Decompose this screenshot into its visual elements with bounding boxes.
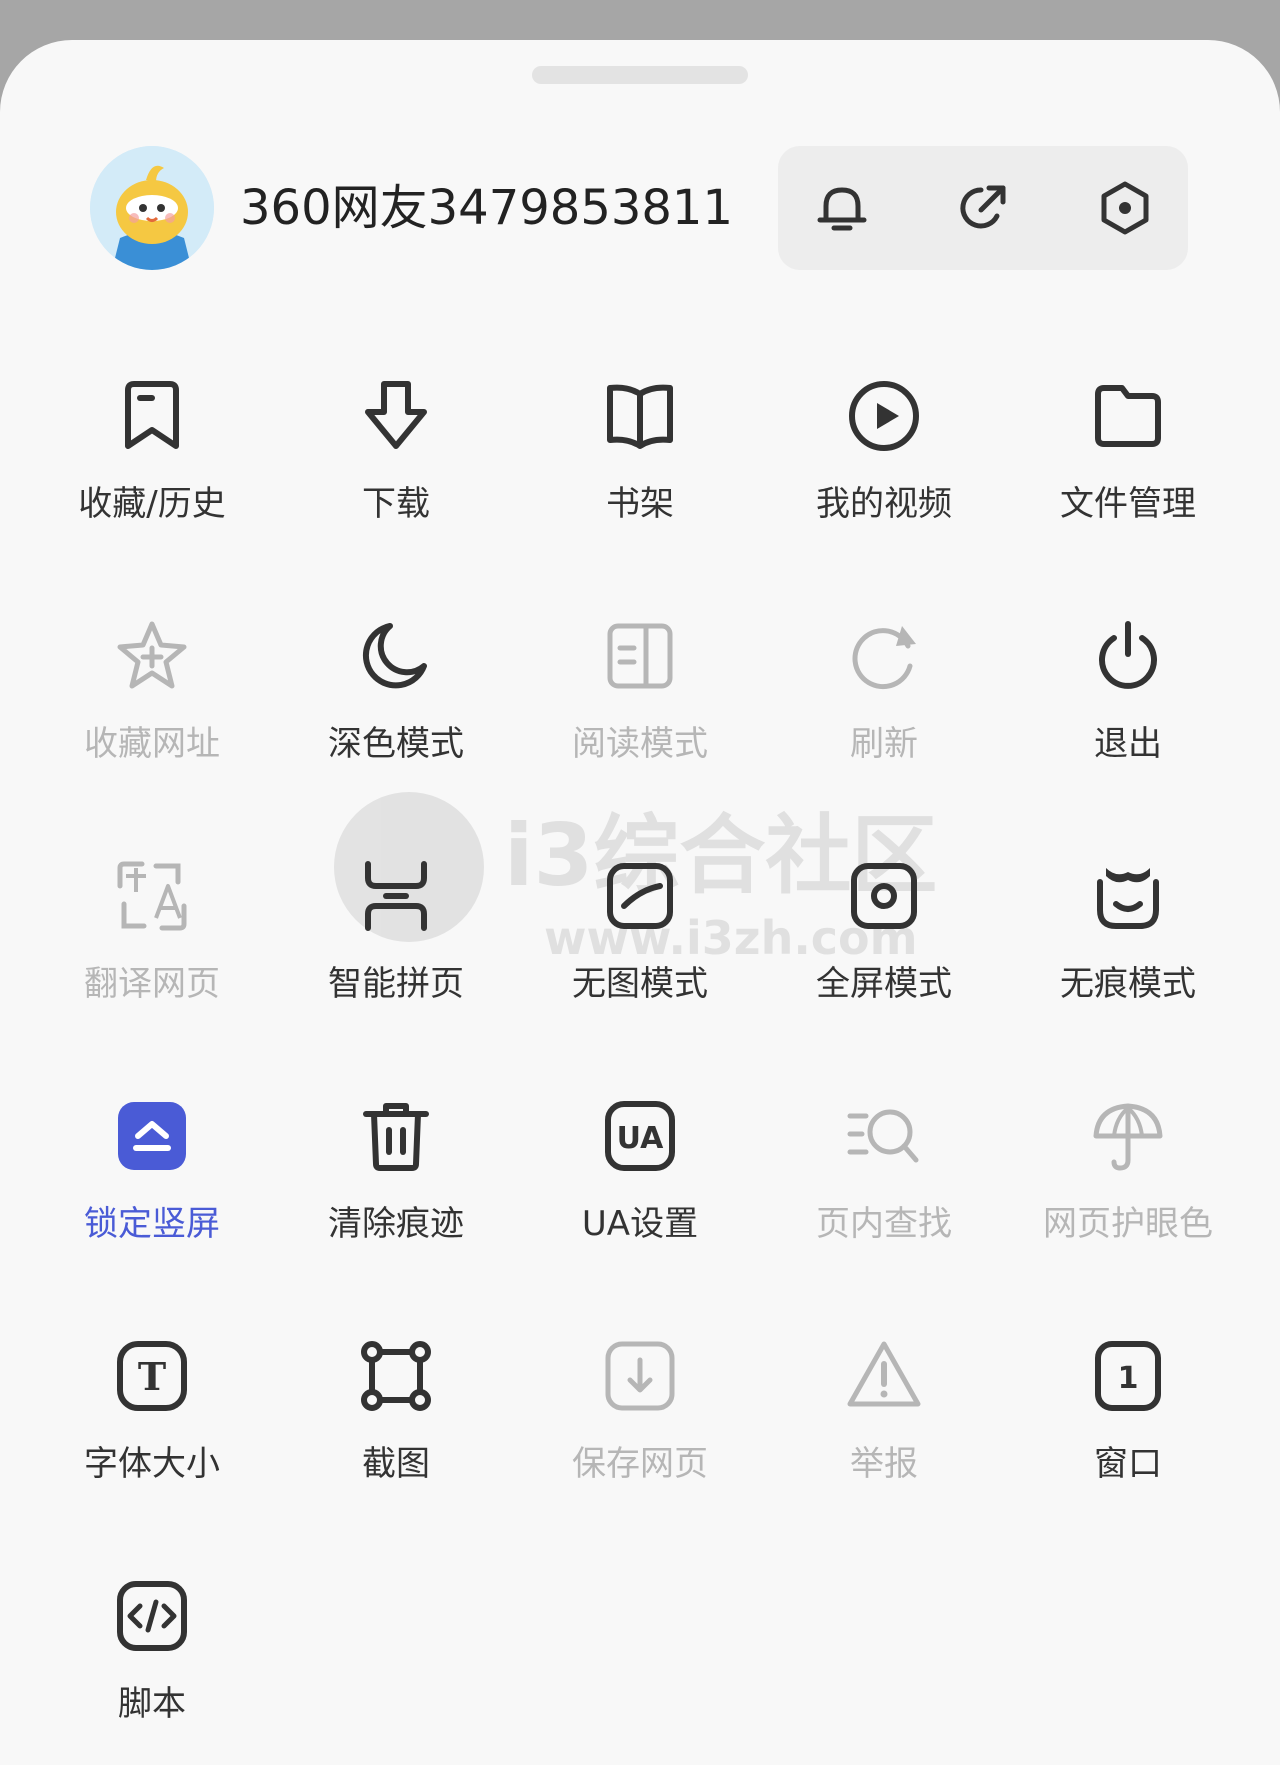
menu-item-report[interactable]: 举报 [762,1320,1006,1540]
menu-item-lock-portrait[interactable]: 锁定竖屏 [30,1080,274,1300]
lock-portrait-icon [112,1096,192,1176]
menu-item-refresh[interactable]: 刷新 [762,600,1006,820]
refresh-icon [844,616,924,696]
notification-button[interactable] [807,173,877,243]
menu-item-no-image-mode[interactable]: 无图模式 [518,840,762,1060]
menu-item-label: 刷新 [850,724,918,764]
menu-item-label: 翻译网页 [84,964,220,1004]
find-in-page-icon [844,1096,924,1176]
menu-item-label: 深色模式 [328,724,464,764]
menu-item-label: 收藏网址 [84,724,220,764]
menu-item-incognito-mode[interactable]: 无痕模式 [1006,840,1250,1060]
menu-sheet: 360网友3479853811 i3综合社区 www.i3zh.com 收藏/历… [0,40,1280,1765]
window-count-icon: 1 [1088,1336,1168,1416]
play-circle-icon [844,376,924,456]
menu-item-label: 全屏模式 [816,964,952,1004]
open-book-icon [600,376,680,456]
username[interactable]: 360网友3479853811 [240,176,733,240]
fullscreen-icon [844,856,924,936]
menu-item-label: 无图模式 [572,964,708,1004]
menu-item-eye-protection[interactable]: 网页护眼色 [1006,1080,1250,1300]
mascot-avatar-icon [90,146,214,270]
share-arrow-icon [960,185,1006,229]
font-size-icon: T [112,1336,192,1416]
menu-item-label: 书架 [606,484,674,524]
menu-item-label: 保存网页 [572,1444,708,1484]
save-page-icon [600,1336,680,1416]
menu-item-my-videos[interactable]: 我的视频 [762,360,1006,580]
screenshot-icon [356,1336,436,1416]
menu-item-exit[interactable]: 退出 [1006,600,1250,820]
download-arrow-icon [356,376,436,456]
menu-item-dark-mode[interactable]: 深色模式 [274,600,518,820]
power-icon [1088,616,1168,696]
star-plus-icon [112,616,192,696]
menu-item-label: UA设置 [581,1204,699,1244]
no-image-icon [600,856,680,936]
reader-icon [600,616,680,696]
bookmark-icon [112,376,192,456]
menu-item-window[interactable]: 1 窗口 [1006,1320,1250,1540]
warning-icon [844,1336,924,1416]
menu-item-label: 收藏/历史 [78,484,226,524]
menu-item-translate[interactable]: 翻译网页 [30,840,274,1060]
folder-icon [1088,376,1168,456]
bell-icon [817,187,867,231]
page-join-icon [356,856,436,936]
menu-item-download[interactable]: 下载 [274,360,518,580]
menu-item-ua-settings[interactable]: UA UA设置 [518,1080,762,1300]
menu-item-label: 文件管理 [1060,484,1196,524]
drag-handle[interactable] [532,66,748,84]
menu-item-fullscreen-mode[interactable]: 全屏模式 [762,840,1006,1060]
trash-icon [356,1096,436,1176]
ua-icon-text: UA [617,1121,664,1156]
incognito-mask-icon [1088,856,1168,936]
menu-item-label: 退出 [1094,724,1162,764]
menu-item-label: 网页护眼色 [1043,1204,1213,1244]
menu-item-favorites-history[interactable]: 收藏/历史 [30,360,274,580]
menu-item-label: 字体大小 [84,1444,220,1484]
menu-item-label: 窗口 [1094,1444,1162,1484]
hexagon-settings-icon [1101,181,1149,235]
script-code-icon [112,1576,192,1656]
menu-item-label: 脚本 [118,1684,186,1724]
menu-item-label: 无痕模式 [1060,964,1196,1004]
menu-item-clear-traces[interactable]: 清除痕迹 [274,1080,518,1300]
translate-icon [112,856,192,936]
font-icon-letter: T [138,1354,166,1399]
menu-item-reading-mode[interactable]: 阅读模式 [518,600,762,820]
menu-item-label: 我的视频 [816,484,952,524]
settings-button[interactable] [1090,173,1160,243]
window-count: 1 [1118,1361,1139,1396]
menu-item-label: 清除痕迹 [328,1204,464,1244]
menu-item-screenshot[interactable]: 截图 [274,1320,518,1540]
menu-item-save-page[interactable]: 保存网页 [518,1320,762,1540]
menu-item-bookshelf[interactable]: 书架 [518,360,762,580]
menu-item-favorite-url[interactable]: 收藏网址 [30,600,274,820]
header-toolbar [778,146,1188,270]
menu-item-label: 阅读模式 [572,724,708,764]
menu-item-label: 锁定竖屏 [84,1204,220,1244]
ua-icon: UA [600,1096,680,1176]
menu-item-label: 下载 [362,484,430,524]
moon-icon [356,616,436,696]
menu-item-font-size[interactable]: T 字体大小 [30,1320,274,1540]
menu-item-smart-page-join[interactable]: 智能拼页 [274,840,518,1060]
menu-item-label: 智能拼页 [328,964,464,1004]
menu-item-file-manager[interactable]: 文件管理 [1006,360,1250,580]
menu-item-label: 页内查找 [816,1204,952,1244]
avatar[interactable] [90,146,214,270]
share-button[interactable] [948,173,1018,243]
menu-item-find-in-page[interactable]: 页内查找 [762,1080,1006,1300]
menu-item-label: 截图 [362,1444,430,1484]
menu-item-script[interactable]: 脚本 [30,1560,274,1765]
umbrella-icon [1088,1096,1168,1176]
menu-item-label: 举报 [850,1444,918,1484]
